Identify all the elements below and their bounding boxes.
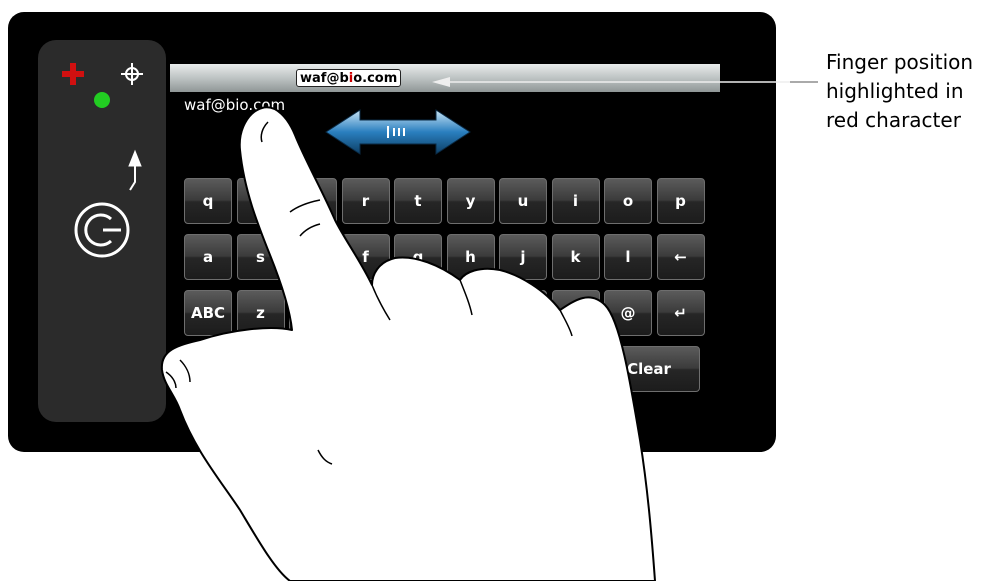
annotation-line-1: Finger position: [826, 50, 974, 74]
annotation-text: Finger position highlighted in red chara…: [826, 48, 1006, 135]
annotation-line-2: highlighted in: [826, 79, 964, 103]
annotation-line-3: red character: [826, 108, 961, 132]
